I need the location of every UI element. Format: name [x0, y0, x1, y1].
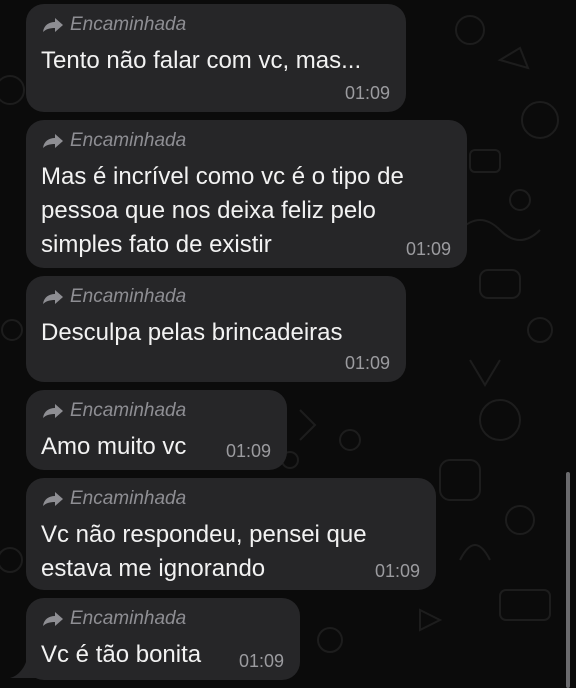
message-bubble[interactable]: Encaminhada Vc é tão bonita 01:09 [26, 598, 300, 680]
message-text: Amo muito vc [41, 433, 187, 460]
forwarded-label: Encaminhada [42, 608, 186, 630]
forwarded-text: Encaminhada [70, 608, 187, 629]
message-time: 01:09 [374, 561, 420, 581]
message-text: Vc é tão bonita [41, 641, 202, 668]
message-time: 01:09 [344, 353, 390, 373]
message-bubble[interactable]: Encaminhada Mas é incrível como vc é o t… [26, 120, 467, 268]
message-bubble[interactable]: Encaminhada Amo muito vc 01:09 [26, 390, 287, 470]
forwarded-label: Encaminhada [42, 130, 186, 152]
message-time: 01:09 [344, 83, 390, 103]
message-time: 01:09 [225, 441, 271, 461]
forwarded-text: Encaminhada [70, 130, 187, 151]
scrollbar[interactable] [566, 472, 570, 688]
message-text: Mas é incrível como vc é o tipo de pesso… [41, 163, 404, 258]
forward-arrow-icon [42, 289, 64, 305]
forwarded-text: Encaminhada [70, 286, 187, 307]
message-time: 01:09 [405, 239, 451, 259]
message-text: Desculpa pelas brincadeiras [41, 319, 343, 346]
message-bubble[interactable]: Encaminhada Vc não respondeu, pensei que… [26, 478, 436, 590]
forward-arrow-icon [42, 611, 64, 627]
forwarded-text: Encaminhada [70, 488, 187, 509]
forwarded-text: Encaminhada [70, 14, 187, 35]
message-bubble[interactable]: Encaminhada Desculpa pelas brincadeiras … [26, 276, 406, 382]
message-text: Tento não falar com vc, mas... [41, 47, 362, 74]
message-time: 01:09 [238, 651, 284, 671]
forward-arrow-icon [42, 491, 64, 507]
message-text: Vc não respondeu, pensei que estava me i… [41, 521, 367, 582]
forward-arrow-icon [42, 403, 64, 419]
forwarded-label: Encaminhada [42, 286, 186, 308]
forward-arrow-icon [42, 133, 64, 149]
forwarded-label: Encaminhada [42, 488, 186, 510]
forwarded-label: Encaminhada [42, 14, 186, 36]
forwarded-text: Encaminhada [70, 400, 187, 421]
forward-arrow-icon [42, 17, 64, 33]
forwarded-label: Encaminhada [42, 400, 186, 422]
message-bubble[interactable]: Encaminhada Tento não falar com vc, mas.… [26, 4, 406, 112]
